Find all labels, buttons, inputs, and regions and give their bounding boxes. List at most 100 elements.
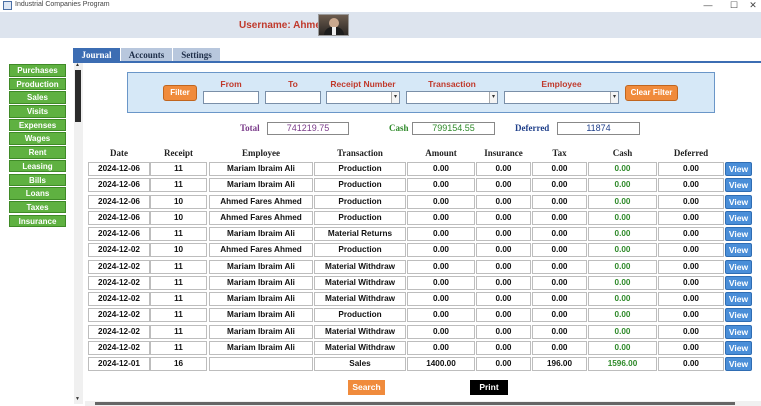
chevron-down-icon[interactable]: ▾	[489, 92, 497, 103]
maximize-button[interactable]: ☐	[726, 0, 742, 11]
search-button[interactable]: Search	[348, 380, 385, 395]
view-button[interactable]: View	[725, 210, 752, 225]
col-header-tax: Tax	[552, 148, 567, 158]
view-button[interactable]: View	[725, 275, 752, 290]
cell-deferred: 0.00	[658, 243, 724, 258]
cell-receipt: 11	[150, 340, 207, 355]
cell-employee: Mariam Ibraim Ali	[209, 308, 313, 323]
sidebar-item-expenses[interactable]: Expenses	[9, 118, 66, 132]
cell-amount: 0.00	[407, 210, 475, 225]
sidebar-item-wages[interactable]: Wages	[9, 132, 66, 146]
clear-filter-button[interactable]: Clear Filter	[625, 85, 678, 101]
transaction-select[interactable]: ▾	[406, 91, 498, 104]
view-button[interactable]: View	[725, 259, 752, 274]
filter-button[interactable]: Filter	[163, 85, 197, 101]
cell-transaction: Production	[314, 162, 406, 176]
sidebar-item-sales[interactable]: Sales	[9, 91, 66, 104]
cell-receipt: 11	[150, 227, 207, 241]
cell-amount: 0.00	[407, 340, 475, 355]
view-button[interactable]: View	[725, 292, 752, 306]
cell-insurance: 0.00	[476, 210, 531, 225]
sidebar-item-leasing[interactable]: Leasing	[9, 159, 66, 173]
cell-employee: Ahmed Fares Ahmed	[209, 194, 313, 209]
cell-receipt: 11	[150, 324, 207, 339]
cell-date: 2024-12-06	[88, 178, 150, 193]
sidebar-item-bills[interactable]: Bills	[9, 173, 66, 187]
table-row: 2024-12-02 11 Mariam Ibraim Ali Material Wi…	[88, 292, 752, 306]
cell-insurance: 0.00	[476, 357, 531, 371]
minimize-button[interactable]: —	[700, 0, 716, 11]
chevron-down-icon[interactable]: ▾	[610, 92, 618, 103]
cell-transaction: Material Withdraw	[314, 275, 406, 290]
cell-tax: 0.00	[532, 243, 587, 258]
cash-value: 799154.55	[412, 122, 495, 135]
cell-tax: 0.00	[532, 259, 587, 274]
cell-insurance: 0.00	[476, 275, 531, 290]
view-button[interactable]: View	[725, 324, 752, 339]
sidebar-item-rent[interactable]: Rent	[9, 146, 66, 159]
view-button[interactable]: View	[725, 162, 752, 176]
col-header-employee: Employee	[242, 148, 280, 158]
cell-deferred: 0.00	[658, 178, 724, 193]
cell-date: 2024-12-02	[88, 243, 150, 258]
cell-insurance: 0.00	[476, 308, 531, 323]
to-label: To	[288, 79, 298, 89]
tab-accounts[interactable]: Accounts	[121, 48, 172, 62]
tab-underline	[73, 61, 761, 63]
sidebar-item-visits[interactable]: Visits	[9, 105, 66, 118]
vertical-scrollbar[interactable]: ▲ ▼	[74, 62, 83, 404]
cell-date: 2024-12-06	[88, 210, 150, 225]
view-button[interactable]: View	[725, 194, 752, 209]
table-row: 2024-12-02 11 Mariam Ibraim Ali Material Wi…	[88, 324, 752, 339]
cell-cash: 0.00	[588, 340, 657, 355]
tab-settings[interactable]: Settings	[173, 48, 220, 62]
horizontal-scrollbar[interactable]	[85, 401, 761, 406]
scroll-down-icon[interactable]: ▼	[75, 396, 80, 402]
cell-date: 2024-12-02	[88, 259, 150, 274]
table-row: 2024-12-06 11 Mariam Ibraim Ali Production 0…	[88, 178, 752, 193]
cell-employee: Mariam Ibraim Ali	[209, 275, 313, 290]
cell-transaction: Material Returns	[314, 227, 406, 241]
cell-tax: 0.00	[532, 292, 587, 306]
cell-date: 2024-12-02	[88, 275, 150, 290]
cell-receipt: 11	[150, 275, 207, 290]
cell-tax: 0.00	[532, 324, 587, 339]
view-button[interactable]: View	[725, 178, 752, 193]
sidebar-item-insurance[interactable]: Insurance	[9, 214, 66, 228]
cell-deferred: 0.00	[658, 357, 724, 371]
table-row: 2024-12-01 16 Sales 1400.00 0.00 196.00 1596.0…	[88, 357, 752, 371]
cell-tax: 0.00	[532, 308, 587, 323]
chevron-down-icon[interactable]: ▾	[391, 92, 399, 103]
hscroll-thumb[interactable]	[95, 402, 735, 405]
to-date-input[interactable]	[265, 91, 321, 104]
cell-deferred: 0.00	[658, 259, 724, 274]
sidebar-item-purchases[interactable]: Purchases	[9, 64, 66, 77]
receipt-number-label: Receipt Number	[330, 79, 396, 89]
cell-receipt: 10	[150, 210, 207, 225]
cell-transaction: Production	[314, 308, 406, 323]
receipt-number-select[interactable]: ▾	[326, 91, 400, 104]
cell-date: 2024-12-02	[88, 340, 150, 355]
sidebar-item-taxes[interactable]: Taxes	[9, 200, 66, 214]
close-button[interactable]: ✕	[745, 0, 761, 11]
view-button[interactable]: View	[725, 243, 752, 258]
sidebar-item-production[interactable]: Production	[9, 77, 66, 91]
employee-select[interactable]: ▾	[504, 91, 619, 104]
view-button[interactable]: View	[725, 357, 752, 371]
scroll-thumb[interactable]	[75, 70, 81, 122]
view-button[interactable]: View	[725, 308, 752, 323]
view-button[interactable]: View	[725, 340, 752, 355]
app-icon	[3, 1, 12, 10]
view-button[interactable]: View	[725, 227, 752, 241]
tab-journal[interactable]: Journal	[73, 48, 120, 62]
cell-deferred: 0.00	[658, 308, 724, 323]
table-row: 2024-12-06 10 Ahmed Fares Ahmed Production 0…	[88, 210, 752, 225]
cell-amount: 1400.00	[407, 357, 475, 371]
from-date-input[interactable]	[203, 91, 259, 104]
cell-tax: 0.00	[532, 275, 587, 290]
app-header	[0, 12, 761, 38]
sidebar-item-loans[interactable]: Loans	[9, 187, 66, 200]
cell-insurance: 0.00	[476, 292, 531, 306]
total-value: 741219.75	[267, 122, 349, 135]
print-button[interactable]: Print	[470, 380, 508, 395]
